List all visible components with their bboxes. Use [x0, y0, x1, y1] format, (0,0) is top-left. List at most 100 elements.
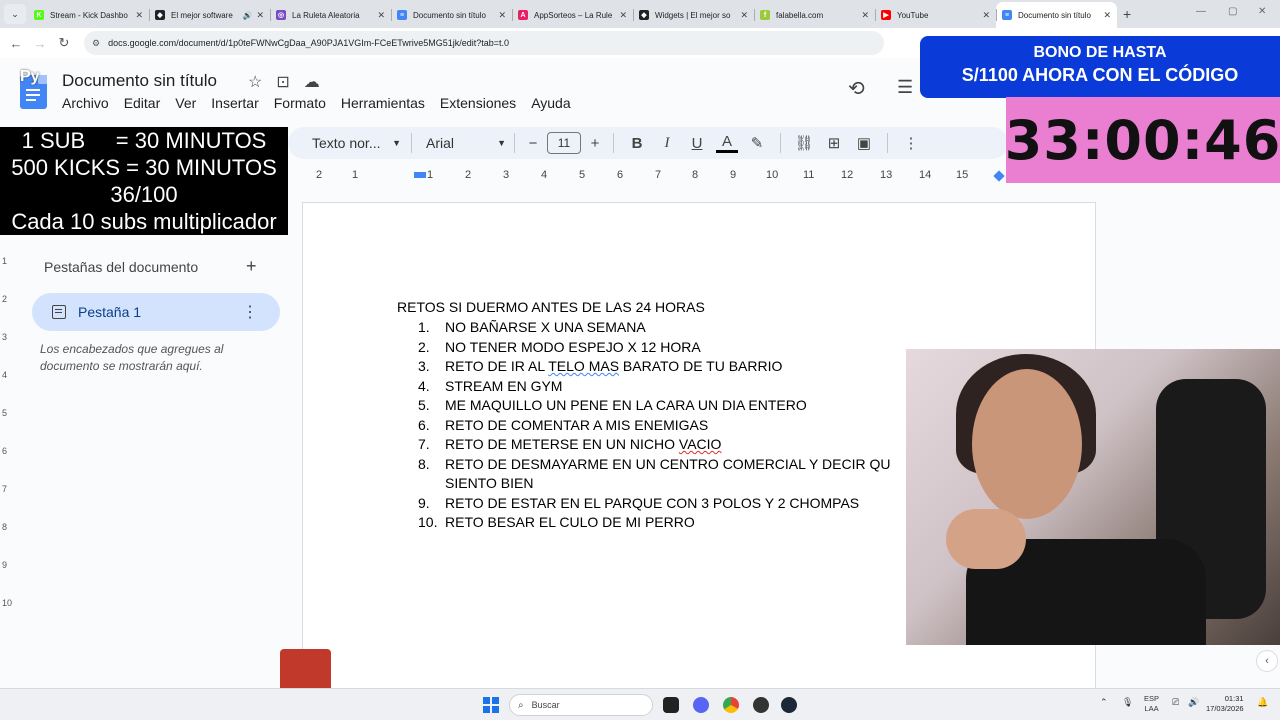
font-select[interactable]: Arial ▼: [420, 135, 506, 151]
network-icon[interactable]: ⎚: [1172, 697, 1179, 708]
show-side-panel-icon[interactable]: ‹: [1256, 650, 1278, 672]
audio-playing-icon[interactable]: 🔊: [242, 11, 252, 20]
volume-icon[interactable]: 🔊: [1188, 697, 1199, 708]
browser-tab[interactable]: A AppSorteos – La Rule ✕: [512, 2, 633, 28]
streamer-hand: [946, 509, 1026, 569]
tab-favicon-icon: ≡: [1002, 10, 1012, 20]
browser-tab[interactable]: f falabella.com ✕: [754, 2, 875, 28]
maximize-icon[interactable]: ▢: [1228, 6, 1237, 17]
system-clock[interactable]: 01:31 17/03/2026: [1206, 694, 1244, 714]
list-number: [418, 474, 445, 494]
list-item-text: RETO DE ESTAR EN EL PARQUE CON 3 POLOS Y…: [445, 494, 860, 511]
italic-button[interactable]: I: [652, 135, 682, 152]
highlight-color-icon[interactable]: ✎: [742, 134, 772, 152]
browser-tab[interactable]: ◆ El mejor software 🔊 ✕: [149, 2, 270, 28]
close-tab-icon[interactable]: ✕: [135, 10, 143, 21]
close-tab-icon[interactable]: ✕: [498, 10, 506, 21]
new-tab-button[interactable]: +: [1123, 6, 1131, 22]
back-icon[interactable]: ←: [4, 36, 28, 51]
list-number: 6.: [418, 416, 430, 433]
start-button[interactable]: [483, 697, 499, 713]
close-tab-icon[interactable]: ✕: [619, 10, 627, 21]
comments-icon[interactable]: ☰: [897, 77, 913, 98]
close-tab-icon[interactable]: ✕: [740, 10, 748, 21]
menu-item[interactable]: Editar: [124, 95, 161, 111]
menu-item[interactable]: Herramientas: [341, 95, 425, 111]
horizontal-ruler[interactable]: 2 1 1 2 3 4 5 6 7 8 9 10 11 12 13 14 15: [300, 166, 1008, 186]
toolbar-divider: [887, 133, 888, 153]
browser-tab[interactable]: K Stream - Kick Dashbo ✕: [28, 2, 149, 28]
task-view-icon[interactable]: [663, 697, 679, 713]
discord-icon[interactable]: [693, 697, 709, 713]
ruler-tick-label: 5: [579, 169, 586, 181]
taskbar-search-input[interactable]: ⌕ Buscar: [509, 694, 653, 716]
cloud-status-icon[interactable]: ☁: [304, 72, 320, 92]
text-color-button[interactable]: A: [716, 133, 738, 153]
url-input[interactable]: ⚙ docs.google.com/document/d/1p0teFWNwCg…: [84, 31, 884, 55]
star-icon[interactable]: ☆: [248, 72, 262, 92]
overlay-rule-line: Cada 10 subs multiplicador: [11, 209, 277, 234]
site-info-icon[interactable]: ⚙: [92, 38, 100, 49]
chrome-icon[interactable]: [723, 697, 739, 713]
overlay-rule-line: 1 SUB = 30 MINUTOS: [21, 128, 267, 153]
reload-icon[interactable]: ↻: [52, 35, 76, 51]
browser-tab[interactable]: ▶ YouTube ✕: [875, 2, 996, 28]
browser-tab[interactable]: ◎ La Ruleta Aleatoria ✕: [270, 2, 391, 28]
close-tab-icon[interactable]: ✕: [861, 10, 869, 21]
menu-item[interactable]: Formato: [274, 95, 326, 111]
tab-options-icon[interactable]: ⋮: [242, 302, 258, 322]
browser-tab[interactable]: ≡ Documento sin título ✕: [391, 2, 512, 28]
language-indicator[interactable]: ESP LAA: [1144, 694, 1159, 714]
indent-marker-icon[interactable]: [414, 172, 426, 178]
list-item-text: NO BAÑARSE X UNA SEMANA: [445, 319, 646, 335]
move-folder-icon[interactable]: ⊡: [276, 72, 289, 92]
tab-favicon-icon: ◆: [639, 10, 649, 20]
browser-tab[interactable]: ≡ Documento sin título ✕: [996, 2, 1117, 28]
formatting-toolbar: Texto nor... ▼ Arial ▼ − 11 + B I U A ✎ …: [288, 127, 1008, 159]
document-tab-icon: [52, 305, 66, 319]
paragraph-style-select[interactable]: Texto nor... ▼: [288, 135, 403, 151]
menu-item[interactable]: Insertar: [211, 95, 258, 111]
windows-taskbar: ⌕ Buscar ⌃ 🎙 ESP LAA ⎚ 🔊 01:31 17/03/202…: [0, 688, 1280, 720]
sidebar-item-tab-1[interactable]: Pestaña 1 ⋮: [32, 293, 280, 331]
url-text: docs.google.com/document/d/1p0teFWNwCgDa…: [108, 38, 510, 48]
decrease-font-size-button[interactable]: −: [523, 135, 543, 152]
tab-search-icon[interactable]: ⌄: [4, 4, 26, 24]
list-item-text: STREAM EN GYM: [445, 377, 563, 394]
list-number: 1.: [418, 319, 430, 335]
close-tab-icon[interactable]: ✕: [377, 10, 385, 21]
close-window-icon[interactable]: ✕: [1258, 6, 1266, 17]
search-placeholder: Buscar: [531, 700, 560, 710]
clock-date: 17/03/2026: [1206, 704, 1244, 713]
more-options-icon[interactable]: ⋮: [896, 134, 926, 152]
notifications-icon[interactable]: 🔔: [1257, 697, 1268, 708]
document-title[interactable]: Documento sin título: [62, 71, 217, 91]
insert-image-icon[interactable]: ▣: [849, 134, 879, 152]
document-heading: RETOS SI DUERMO ANTES DE LAS 24 HORAS: [397, 299, 705, 315]
underline-button[interactable]: U: [682, 135, 712, 152]
forward-icon[interactable]: →: [28, 36, 52, 51]
microphone-icon[interactable]: 🎙: [1122, 697, 1133, 708]
menu-item[interactable]: Ver: [175, 95, 196, 111]
obs-icon[interactable]: [753, 697, 769, 713]
close-tab-icon[interactable]: ✕: [1103, 10, 1111, 21]
increase-font-size-button[interactable]: +: [585, 135, 605, 152]
close-tab-icon[interactable]: ✕: [256, 10, 264, 21]
browser-tab[interactable]: ◆ Widgets | El mejor so ✕: [633, 2, 754, 28]
steam-icon[interactable]: [781, 697, 797, 713]
menu-item[interactable]: Extensiones: [440, 95, 516, 111]
bold-button[interactable]: B: [622, 135, 652, 152]
list-item: 4. STREAM EN GYM: [418, 377, 890, 397]
minimize-icon[interactable]: —: [1196, 6, 1206, 17]
menu-item[interactable]: Ayuda: [531, 95, 570, 111]
spellcheck-word[interactable]: TELO MAS: [548, 358, 619, 374]
menu-item[interactable]: Archivo: [62, 95, 109, 111]
insert-link-icon[interactable]: ⛓: [789, 134, 819, 152]
add-tab-button[interactable]: +: [246, 256, 257, 277]
close-tab-icon[interactable]: ✕: [982, 10, 990, 21]
spellcheck-word[interactable]: VACIO: [679, 436, 722, 452]
add-comment-icon[interactable]: ⊞: [819, 134, 849, 152]
history-icon[interactable]: ⟲: [848, 76, 865, 101]
font-size-input[interactable]: 11: [547, 132, 581, 154]
tray-chevron-icon[interactable]: ⌃: [1100, 697, 1108, 708]
